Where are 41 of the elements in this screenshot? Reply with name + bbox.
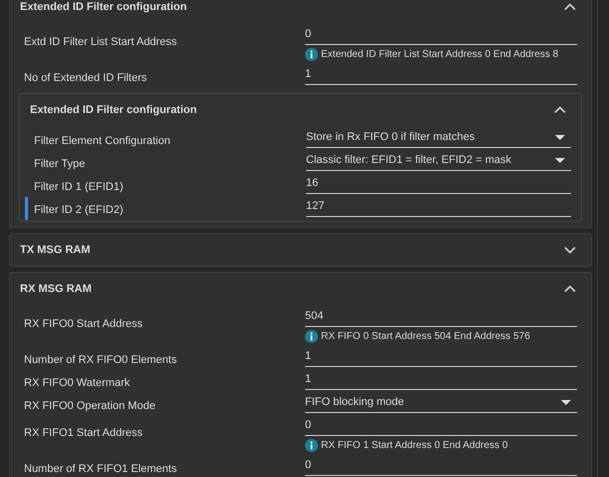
field-label: Filter Element Configuration xyxy=(34,134,172,149)
input-field[interactable]: 1 xyxy=(305,65,577,85)
info-icon xyxy=(305,439,318,452)
field-label: Filter Type xyxy=(34,157,86,172)
field-label: Filter ID 2 (EFID2) xyxy=(34,203,124,218)
caret-icon xyxy=(555,158,565,164)
field-label: Number of RX FIFO1 Elements xyxy=(24,462,178,477)
hint-text: Extended ID Filter List Start Address 0 End Address 8 xyxy=(321,48,558,62)
section-title: Extended ID Filter configuration xyxy=(30,102,197,118)
field-label: Filter ID 1 (EFID1) xyxy=(34,180,124,195)
input-field[interactable]: 1 xyxy=(305,347,577,367)
field-label: Extd ID Filter List Start Address xyxy=(24,35,178,50)
hint-text: RX FIFO 1 Start Address 0 End Address 0 xyxy=(321,439,508,453)
collapse-icon[interactable] xyxy=(564,285,576,293)
info-icon xyxy=(305,48,318,61)
collapse-icon[interactable] xyxy=(564,3,576,11)
collapse-icon[interactable] xyxy=(554,106,566,114)
input-field[interactable]: 504 xyxy=(305,307,577,327)
field-label: RX FIFO1 Start Address xyxy=(24,426,144,441)
input-field[interactable]: 0 xyxy=(305,416,577,436)
info-icon xyxy=(305,330,318,343)
section-title: TX MSG RAM xyxy=(20,242,90,258)
hint-text: RX FIFO 0 Start Address 504 End Address 576 xyxy=(321,330,530,344)
input-field[interactable]: 0 xyxy=(305,456,577,476)
dropdown[interactable]: Store in Rx FIFO 0 if filter matches xyxy=(306,128,571,148)
input-field[interactable]: 1 xyxy=(305,370,577,390)
input-field[interactable]: 0 xyxy=(305,25,577,45)
dropdown[interactable]: Classic filter: EFID1 = filter, EFID2 = mask xyxy=(306,151,571,171)
caret-icon xyxy=(555,134,565,140)
expand-icon[interactable] xyxy=(564,246,576,254)
field-label: Number of RX FIFO0 Elements xyxy=(24,353,178,368)
input-field[interactable]: 127 xyxy=(306,197,571,217)
section-title: RX MSG RAM xyxy=(20,282,92,297)
field-label: RX FIFO0 Operation Mode xyxy=(24,399,156,414)
field-label: No of Extended ID Filters xyxy=(24,71,148,86)
dropdown[interactable]: FIFO blocking mode xyxy=(305,393,577,413)
section-title: Extended ID Filter configuration xyxy=(20,0,187,15)
field-label: RX FIFO0 Start Address xyxy=(24,317,144,332)
input-field[interactable]: 16 xyxy=(306,174,571,194)
field-label: RX FIFO0 Watermark xyxy=(24,376,131,391)
caret-icon xyxy=(561,400,571,406)
